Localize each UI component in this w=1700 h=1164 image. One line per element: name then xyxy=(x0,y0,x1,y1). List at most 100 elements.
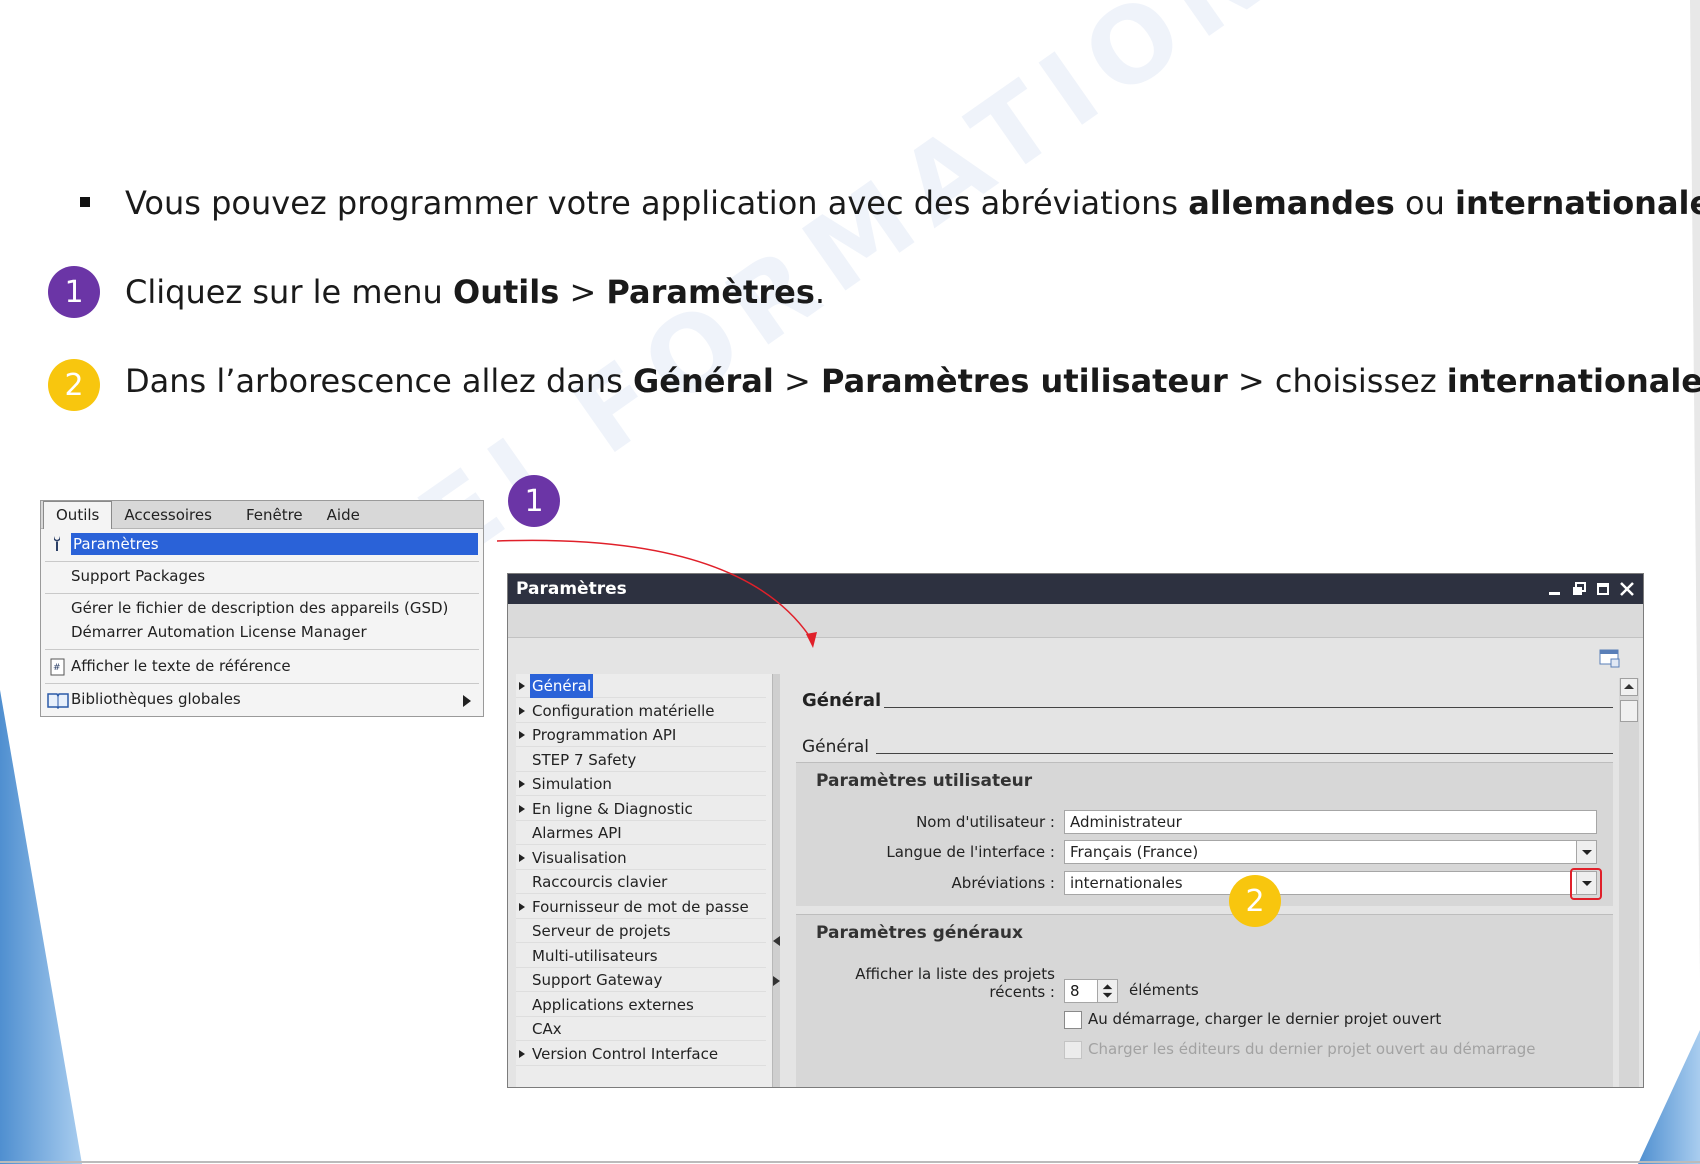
general-settings-title: Paramètres généraux xyxy=(816,923,1023,943)
tree-item-label: Support Gateway xyxy=(532,971,663,989)
tree-item[interactable]: Alarmes API xyxy=(516,821,766,845)
tree-item-label: Version Control Interface xyxy=(532,1044,719,1063)
tree-item[interactable]: Général xyxy=(516,674,766,698)
expand-arrow-icon[interactable] xyxy=(519,706,525,715)
step2-badge: 2 xyxy=(48,359,100,411)
svg-text:#: # xyxy=(53,663,61,673)
bullet-square xyxy=(80,197,90,207)
recent-projects-label-1: Afficher la liste des projets xyxy=(855,965,1055,983)
expand-arrow-icon[interactable] xyxy=(519,902,525,911)
tree-item-label: Raccourcis clavier xyxy=(532,873,668,891)
scroll-up-button[interactable] xyxy=(1620,678,1638,696)
step1-badge: 1 xyxy=(48,266,100,318)
tree-item-label: Fournisseur de mot de passe xyxy=(532,897,749,916)
tree-item-label: Configuration matérielle xyxy=(532,701,715,720)
expand-arrow-icon[interactable] xyxy=(519,853,525,862)
callout-1: 1 xyxy=(508,475,560,527)
menu-item-gsd[interactable]: Gérer le fichier de description des appa… xyxy=(71,599,448,617)
scroll-thumb[interactable] xyxy=(1620,700,1638,722)
section-divider xyxy=(884,707,1613,708)
menu-item-alm[interactable]: Démarrer Automation License Manager xyxy=(71,623,367,641)
menu-item-reference-text[interactable]: Afficher le texte de référence xyxy=(71,657,291,675)
load-last-project-checkbox[interactable] xyxy=(1064,1011,1082,1029)
panel-settings-icon[interactable] xyxy=(1599,648,1621,668)
menubar-accessoires[interactable]: Accessoires xyxy=(112,501,224,529)
menu-separator xyxy=(45,683,479,684)
expand-arrow-icon[interactable] xyxy=(519,682,525,690)
window-titlebar: Paramètres xyxy=(508,574,1643,604)
tree-item-label: Multi-utilisateurs xyxy=(532,946,658,965)
expand-arrow-icon[interactable] xyxy=(519,804,525,813)
tree-item[interactable]: Multi-utilisateurs xyxy=(516,944,766,968)
tree-item[interactable]: STEP 7 Safety xyxy=(516,748,766,772)
close-icon[interactable] xyxy=(1619,581,1635,597)
username-field[interactable]: Administrateur xyxy=(1064,810,1597,834)
tools-menu: Outils Accessoires Fenêtre Aide Paramètr… xyxy=(40,500,484,717)
restore-icon[interactable] xyxy=(1571,581,1587,597)
tree-item[interactable]: Serveur de projets xyxy=(516,919,766,943)
tree-item-label: En ligne & Diagnostic xyxy=(532,799,693,818)
menu-separator xyxy=(45,649,479,650)
recent-projects-stepper[interactable]: 8 xyxy=(1064,979,1118,1003)
recent-projects-value: 8 xyxy=(1070,982,1080,1000)
tree-item[interactable]: Version Control Interface xyxy=(516,1042,766,1066)
tree-item-label: STEP 7 Safety xyxy=(532,750,637,769)
callout-2: 2 xyxy=(1229,875,1281,927)
tree-item[interactable]: En ligne & Diagnostic xyxy=(516,797,766,821)
tree-item[interactable]: Raccourcis clavier xyxy=(516,870,766,894)
load-editors-checkbox[interactable] xyxy=(1064,1041,1082,1059)
menu-separator xyxy=(45,593,479,594)
intro-text: Vous pouvez programmer votre application… xyxy=(125,184,1700,222)
abbreviations-select[interactable]: internationales xyxy=(1064,868,1602,900)
expand-arrow-icon[interactable] xyxy=(519,1049,525,1058)
expand-right-icon[interactable] xyxy=(773,976,780,986)
menu-item-parametres[interactable]: Paramètres xyxy=(71,533,478,555)
tree-item[interactable]: Fournisseur de mot de passe xyxy=(516,895,766,919)
menu-item-support-packages[interactable]: Support Packages xyxy=(71,567,205,585)
language-select[interactable]: Français (France) xyxy=(1064,840,1597,864)
tree-scrollbar[interactable] xyxy=(772,674,780,1087)
settings-window: Paramètres Général Configuration matériel… xyxy=(507,573,1644,1088)
collapse-left-icon[interactable] xyxy=(773,936,780,946)
maximize-icon[interactable] xyxy=(1595,581,1611,597)
book-icon xyxy=(47,693,69,709)
section-title: Général xyxy=(802,690,882,711)
reference-text-icon: # xyxy=(50,658,65,676)
tree-item-label: CAx xyxy=(532,1020,562,1038)
menu-item-global-libraries[interactable]: Bibliothèques globales xyxy=(71,690,241,708)
subsection-divider xyxy=(876,753,1613,754)
menubar-fenetre[interactable]: Fenêtre xyxy=(224,501,315,529)
load-editors-label: Charger les éditeurs du dernier projet o… xyxy=(1088,1040,1536,1058)
settings-tree: Général Configuration matérielle Programma… xyxy=(516,674,776,1087)
language-dropdown-button[interactable] xyxy=(1576,841,1596,863)
tree-item[interactable]: Applications externes xyxy=(516,993,766,1017)
subsection-title: Général xyxy=(802,737,869,757)
general-settings-panel: Paramètres généraux Afficher la liste de… xyxy=(796,914,1613,1087)
tree-item[interactable]: Simulation xyxy=(516,772,766,796)
tree-item[interactable]: Support Gateway xyxy=(516,968,766,992)
minimize-icon[interactable] xyxy=(1547,581,1563,597)
menubar-aide[interactable]: Aide xyxy=(315,501,372,529)
tree-item-label: Alarmes API xyxy=(532,824,622,842)
tree-item[interactable]: Visualisation xyxy=(516,846,766,870)
recent-projects-unit: éléments xyxy=(1129,981,1199,999)
tree-item-label: Serveur de projets xyxy=(532,922,671,940)
user-settings-title: Paramètres utilisateur xyxy=(816,771,1033,791)
tree-item[interactable]: Configuration matérielle xyxy=(516,699,766,723)
menu-separator xyxy=(45,561,479,562)
tree-item-label: Visualisation xyxy=(532,848,627,867)
recent-projects-label-2: récents : xyxy=(989,983,1055,1001)
language-label: Langue de l'interface : xyxy=(886,843,1055,861)
expand-arrow-icon[interactable] xyxy=(519,780,525,788)
tree-item-label: Programmation API xyxy=(532,726,677,744)
abbreviations-value: internationales xyxy=(1070,874,1183,892)
step2-text: Dans l’arborescence allez dans Général >… xyxy=(125,362,1700,400)
expand-arrow-icon[interactable] xyxy=(519,731,525,739)
content-scrollbar[interactable] xyxy=(1619,678,1639,1087)
menubar-outils[interactable]: Outils xyxy=(43,500,113,529)
window-toolbar xyxy=(508,604,1643,638)
tree-item[interactable]: CAx xyxy=(516,1017,766,1041)
tree-item[interactable]: Programmation API xyxy=(516,723,766,747)
stepper-arrows-icon[interactable] xyxy=(1097,980,1117,1002)
user-settings-panel: Paramètres utilisateur Nom d'utilisateur… xyxy=(796,762,1613,906)
